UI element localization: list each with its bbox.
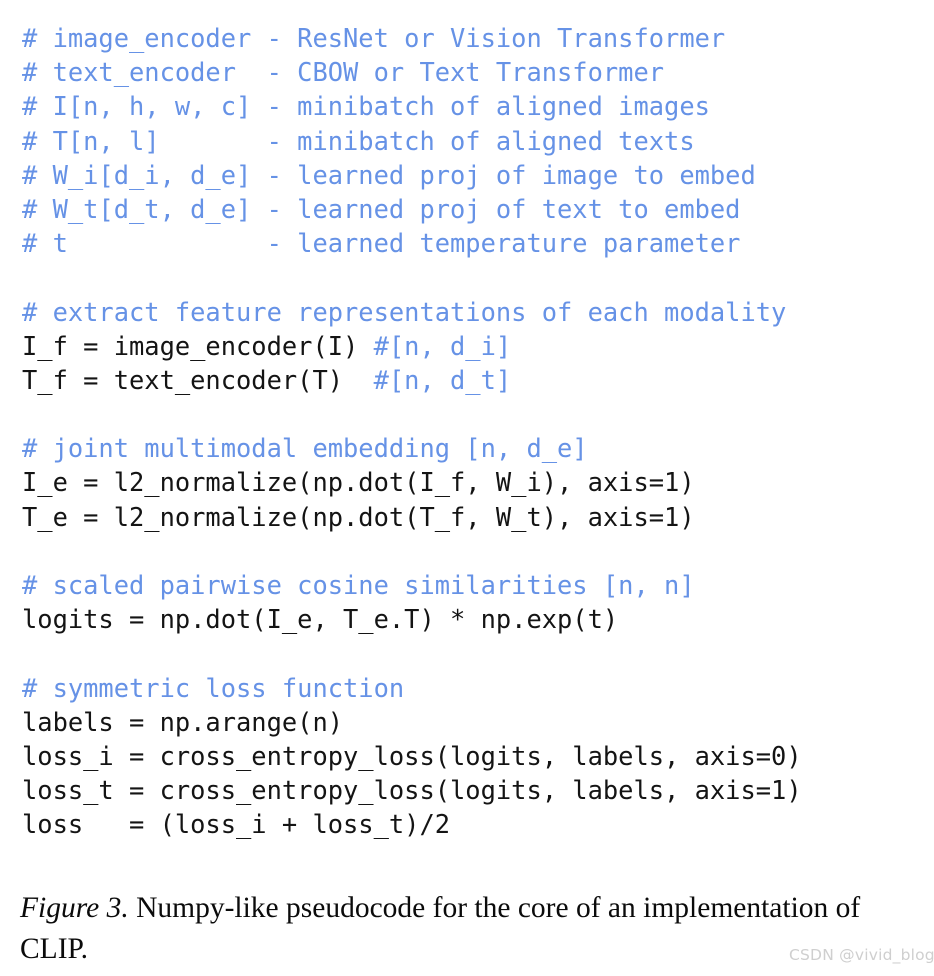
code-line: loss_i = cross_entropy_loss(logits, labe… xyxy=(22,739,922,773)
code-line: labels = np.arange(n) xyxy=(22,705,922,739)
code-comment: # t - learned temperature parameter xyxy=(22,228,741,259)
code-comment: # text_encoder - CBOW or Text Transforme… xyxy=(22,57,665,88)
code-comment: # extract feature representations of eac… xyxy=(22,296,787,327)
code-text: T_f = text_encoder(T) xyxy=(22,364,374,395)
code-text: loss_t = cross_entropy_loss(logits, labe… xyxy=(22,775,802,806)
figure-caption-text: Numpy-like pseudocode for the core of an… xyxy=(20,892,861,965)
code-comment: # joint multimodal embedding [n, d_e] xyxy=(22,433,588,464)
code-text: labels = np.arange(n) xyxy=(22,706,344,737)
code-comment: # image_encoder - ResNet or Vision Trans… xyxy=(22,23,726,53)
code-line: loss = (loss_i + loss_t)/2 xyxy=(22,807,922,841)
figure-root: # image_encoder - ResNet or Vision Trans… xyxy=(0,0,934,976)
code-line: # symmetric loss function xyxy=(22,671,922,705)
code-line: # joint multimodal embedding [n, d_e] xyxy=(22,431,922,465)
code-line: # W_t[d_t, d_e] - learned proj of text t… xyxy=(22,192,922,226)
code-line: # W_i[d_i, d_e] - learned proj of image … xyxy=(22,158,922,192)
code-line: # T[n, l] - minibatch of aligned texts xyxy=(22,124,922,158)
pseudocode-block: # image_encoder - ResNet or Vision Trans… xyxy=(22,21,922,842)
csdn-watermark: CSDN @vivid_blog xyxy=(789,946,934,964)
code-comment: #[n, d_i] xyxy=(373,330,512,361)
code-text: loss = (loss_i + loss_t)/2 xyxy=(22,809,451,840)
code-comment: #[n, d_t] xyxy=(373,364,512,395)
code-line: T_f = text_encoder(T) #[n, d_t] xyxy=(22,363,922,397)
code-comment: # W_i[d_i, d_e] - learned proj of image … xyxy=(22,159,756,190)
code-text: I_f = image_encoder(I) xyxy=(22,330,374,361)
code-text: loss_i = cross_entropy_loss(logits, labe… xyxy=(22,740,802,771)
code-line: # image_encoder - ResNet or Vision Trans… xyxy=(22,21,922,55)
code-line: # t - learned temperature parameter xyxy=(22,226,922,260)
code-comment: # I[n, h, w, c] - minibatch of aligned i… xyxy=(22,91,710,122)
code-text: logits = np.dot(I_e, T_e.T) * np.exp(t) xyxy=(22,604,619,635)
code-comment: # T[n, l] - minibatch of aligned texts xyxy=(22,125,695,156)
code-line: # extract feature representations of eac… xyxy=(22,295,922,329)
figure-caption-label: Figure 3. xyxy=(20,892,129,924)
code-line: # text_encoder - CBOW or Text Transforme… xyxy=(22,55,922,89)
code-comment: # symmetric loss function xyxy=(22,672,405,703)
code-line: I_e = l2_normalize(np.dot(I_f, W_i), axi… xyxy=(22,465,922,499)
code-text: I_e = l2_normalize(np.dot(I_f, W_i), axi… xyxy=(22,467,695,498)
code-line: logits = np.dot(I_e, T_e.T) * np.exp(t) xyxy=(22,602,922,636)
code-comment: # scaled pairwise cosine similarities [n… xyxy=(22,570,695,600)
code-line: # I[n, h, w, c] - minibatch of aligned i… xyxy=(22,89,922,123)
code-text: T_e = l2_normalize(np.dot(T_f, W_t), axi… xyxy=(22,501,695,532)
code-line: T_e = l2_normalize(np.dot(T_f, W_t), axi… xyxy=(22,500,922,534)
code-line: # scaled pairwise cosine similarities [n… xyxy=(22,568,922,602)
code-line: loss_t = cross_entropy_loss(logits, labe… xyxy=(22,773,922,807)
code-line: I_f = image_encoder(I) #[n, d_i] xyxy=(22,329,922,363)
code-comment: # W_t[d_t, d_e] - learned proj of text t… xyxy=(22,193,741,224)
figure-caption: Figure 3. Numpy-like pseudocode for the … xyxy=(20,888,920,970)
